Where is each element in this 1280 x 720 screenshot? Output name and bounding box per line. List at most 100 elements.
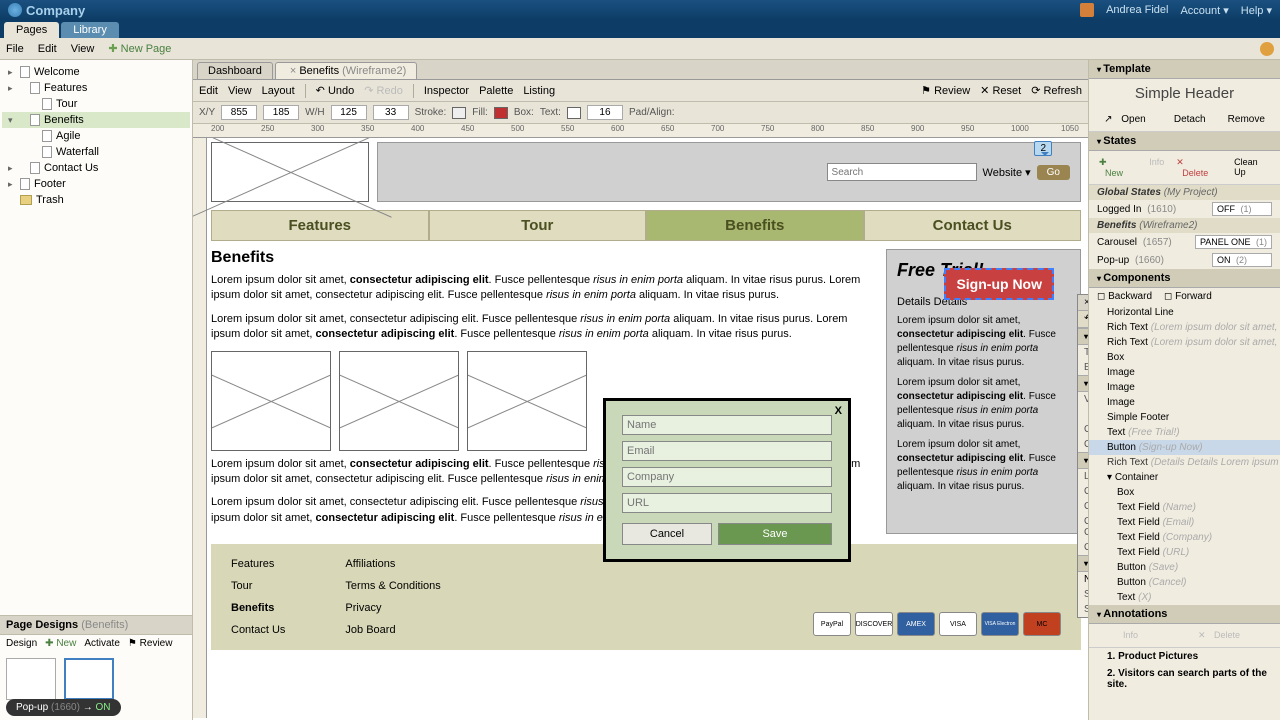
prop-x[interactable] xyxy=(221,105,257,120)
help-icon[interactable] xyxy=(1260,42,1274,56)
comp-tf-url[interactable]: Text Field (URL) xyxy=(1089,545,1280,560)
comp-img2[interactable]: Image xyxy=(1089,380,1280,395)
comp-text-x[interactable]: Text (X) xyxy=(1089,590,1280,605)
insp-undo[interactable]: ↶ Undo xyxy=(1084,313,1088,325)
tab-pages[interactable]: Pages xyxy=(4,22,59,38)
comp-button-signup[interactable]: Button (Sign-up Now) xyxy=(1089,440,1280,455)
comp-img3[interactable]: Image xyxy=(1089,395,1280,410)
comp-tf-name[interactable]: Text Field (Name) xyxy=(1089,500,1280,515)
prop-w[interactable] xyxy=(331,105,367,120)
tb-view[interactable]: View xyxy=(228,85,252,97)
callout-2[interactable]: 2 xyxy=(1034,141,1052,156)
state-delete[interactable]: ✕ Delete xyxy=(1170,155,1228,180)
tb-review[interactable]: ⚑ Review xyxy=(921,84,970,97)
modal-cancel[interactable]: Cancel xyxy=(622,523,712,545)
wire-go-button[interactable]: Go xyxy=(1037,165,1070,180)
wire-image-2[interactable] xyxy=(339,351,459,451)
doctab-dashboard[interactable]: Dashboard xyxy=(197,62,273,79)
footer-tour[interactable]: Tour xyxy=(231,580,285,592)
wire-image-1[interactable] xyxy=(211,351,331,451)
comp-rt3[interactable]: Rich Text (Details Details Lorem ipsum d… xyxy=(1089,455,1280,470)
comp-box2[interactable]: Box xyxy=(1089,485,1280,500)
tpl-open[interactable]: ↗ Open xyxy=(1098,112,1158,127)
comp-btn-save[interactable]: Button (Save) xyxy=(1089,560,1280,575)
navtab-tour[interactable]: Tour xyxy=(429,210,647,241)
comp-footer[interactable]: Simple Footer xyxy=(1089,410,1280,425)
footer-features[interactable]: Features xyxy=(231,558,285,570)
comp-box[interactable]: Box xyxy=(1089,350,1280,365)
footer-benefits[interactable]: Benefits xyxy=(231,602,285,614)
tree-welcome[interactable]: Welcome xyxy=(2,64,190,80)
prop-fontsize[interactable] xyxy=(587,105,623,120)
prop-y[interactable] xyxy=(263,105,299,120)
comp-btn-cancel[interactable]: Button (Cancel) xyxy=(1089,575,1280,590)
tree-contact[interactable]: Contact Us xyxy=(2,160,190,176)
footer-jobs[interactable]: Job Board xyxy=(345,624,440,636)
comp-forward[interactable]: ◻ Forward xyxy=(1164,291,1212,302)
tb-redo[interactable]: ↷ Redo xyxy=(364,84,403,97)
wire-header-bar[interactable]: Website ▾ Go 2 xyxy=(377,142,1081,202)
wire-website-select[interactable]: Website ▾ xyxy=(983,166,1031,179)
navtab-benefits[interactable]: Benefits xyxy=(646,210,864,241)
text-swatch[interactable] xyxy=(567,107,581,119)
tb-listing[interactable]: Listing xyxy=(523,85,555,97)
company-logo[interactable]: Company xyxy=(8,3,85,18)
comp-text-trial[interactable]: Text (Free Trial!) xyxy=(1089,425,1280,440)
tree-waterfall[interactable]: Waterfall xyxy=(2,144,190,160)
tree-agile[interactable]: Agile xyxy=(2,128,190,144)
tree-trash[interactable]: Trash xyxy=(2,192,190,208)
tb-edit[interactable]: Edit xyxy=(199,85,218,97)
new-page-button[interactable]: New Page xyxy=(108,42,171,55)
modal-company[interactable] xyxy=(622,467,832,487)
pd-activate[interactable]: Activate xyxy=(84,638,120,649)
annotation-1[interactable]: 1. Product Pictures xyxy=(1089,648,1280,665)
tree-tour[interactable]: Tour xyxy=(2,96,190,112)
tb-palette[interactable]: Palette xyxy=(479,85,513,97)
comp-img1[interactable]: Image xyxy=(1089,365,1280,380)
pd-design[interactable]: Design xyxy=(6,638,37,649)
comp-tf-company[interactable]: Text Field (Company) xyxy=(1089,530,1280,545)
stroke-swatch[interactable] xyxy=(452,107,466,119)
footer-contact[interactable]: Contact Us xyxy=(231,624,285,636)
modal-email[interactable] xyxy=(622,441,832,461)
tb-reset[interactable]: ✕ Reset xyxy=(980,84,1021,97)
modal-save[interactable]: Save xyxy=(718,523,832,545)
tb-inspector[interactable]: Inspector xyxy=(424,85,469,97)
comp-hline[interactable]: Horizontal Line xyxy=(1089,305,1280,320)
comp-tf-email[interactable]: Text Field (Email) xyxy=(1089,515,1280,530)
menu-edit[interactable]: Edit xyxy=(38,43,57,55)
comp-container[interactable]: ▾ Container xyxy=(1089,470,1280,485)
footer-terms[interactable]: Terms & Conditions xyxy=(345,580,440,592)
prop-h[interactable] xyxy=(373,105,409,120)
annotation-2[interactable]: 2. Visitors can search parts of the site… xyxy=(1089,665,1280,693)
canvas[interactable]: Website ▾ Go 2 Features Tour Benefits Co… xyxy=(193,138,1088,718)
navtab-contact[interactable]: Contact Us xyxy=(864,210,1082,241)
wire-image-3[interactable] xyxy=(467,351,587,451)
signup-button[interactable]: Sign-up Now xyxy=(944,268,1054,300)
tree-benefits[interactable]: Benefits xyxy=(2,112,190,128)
fill-swatch[interactable] xyxy=(494,107,508,119)
wire-logo-placeholder[interactable] xyxy=(211,142,369,202)
state-carousel-select[interactable]: PANEL ONE (1) xyxy=(1195,235,1272,249)
tree-footer[interactable]: Footer xyxy=(2,176,190,192)
footer-affiliations[interactable]: Affiliations xyxy=(345,558,440,570)
tpl-remove[interactable]: Remove xyxy=(1222,112,1271,127)
pd-new[interactable]: ✚ New xyxy=(45,638,76,649)
state-cleanup[interactable]: Clean Up xyxy=(1228,155,1276,180)
tpl-detach[interactable]: Detach xyxy=(1168,112,1212,127)
doctab-benefits[interactable]: × Benefits (Wireframe2) xyxy=(275,62,417,79)
user-link[interactable]: Andrea Fidel xyxy=(1106,4,1168,16)
tab-library[interactable]: Library xyxy=(61,22,119,38)
state-popup-select[interactable]: ON (2) xyxy=(1212,253,1272,267)
comp-rt1[interactable]: Rich Text (Lorem ipsum dolor sit amet, c… xyxy=(1089,320,1280,335)
state-new[interactable]: ✚ New xyxy=(1093,155,1143,180)
state-info[interactable]: Info xyxy=(1143,155,1170,180)
navtab-features[interactable]: Features xyxy=(211,210,429,241)
state-logged-select[interactable]: OFF (1) xyxy=(1212,202,1272,216)
tb-undo[interactable]: ↶ Undo xyxy=(316,84,355,97)
tb-refresh[interactable]: ⟳ Refresh xyxy=(1031,84,1082,97)
account-link[interactable]: Account ▾ xyxy=(1180,4,1228,17)
pd-review[interactable]: ⚑ Review xyxy=(128,638,173,649)
help-link[interactable]: Help ▾ xyxy=(1241,4,1272,17)
comp-rt2[interactable]: Rich Text (Lorem ipsum dolor sit amet, c… xyxy=(1089,335,1280,350)
